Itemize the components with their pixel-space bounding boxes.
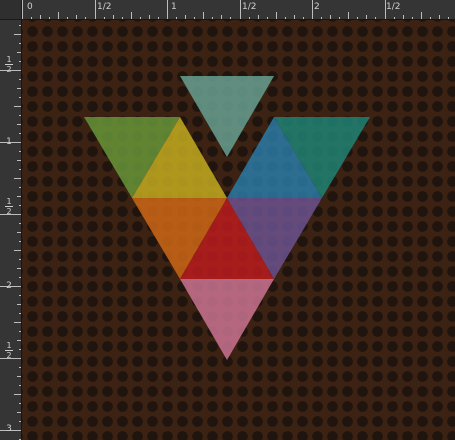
ruler-label-half: 12: [5, 55, 13, 74]
ruler-label-half: 1/2: [242, 2, 257, 12]
ruler-label-2: 2: [6, 281, 12, 291]
ruler-label-half: 1/2: [97, 2, 112, 12]
ruler-label-2: 2: [314, 2, 320, 12]
horizontal-ruler[interactable]: 0 1/2 1 1/2 2 1/2: [22, 0, 455, 20]
triangle-artwork[interactable]: [22, 20, 455, 440]
ruler-label-half: 1/2: [386, 2, 401, 12]
ruler-corner: [0, 0, 22, 20]
vertical-ruler[interactable]: 12 1 12 2 12 3: [0, 20, 22, 440]
ruler-label-1: 1: [171, 2, 177, 12]
ruler-label-half: 12: [5, 341, 13, 360]
ruler-label-half: 12: [5, 197, 13, 216]
ruler-label-3: 3: [6, 424, 12, 434]
pink-triangle[interactable]: [180, 279, 274, 360]
ruler-label-1: 1: [6, 137, 12, 147]
ruler-label-0: 0: [27, 2, 33, 12]
vertical-ruler-ticks: [0, 25, 21, 440]
document-canvas[interactable]: [22, 20, 455, 440]
